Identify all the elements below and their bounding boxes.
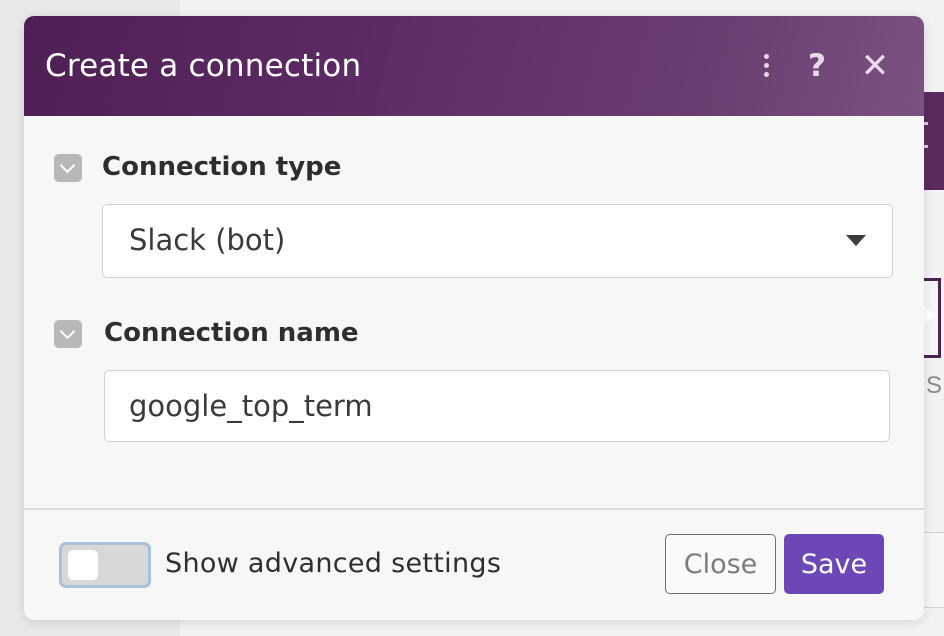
connection-name-input[interactable] (104, 370, 890, 442)
chevron-down-icon (59, 323, 76, 340)
advanced-settings-toggle[interactable] (59, 542, 151, 588)
dialog-title: Create a connection (45, 48, 362, 84)
connection-type-value: Slack (bot) (129, 223, 286, 257)
toggle-knob (68, 550, 98, 580)
advanced-settings-label: Show advanced settings (165, 548, 502, 579)
create-connection-dialog: Create a connection ? ✕ Connection type … (24, 16, 924, 620)
caret-down-icon (846, 235, 866, 246)
background-partial-text: S (926, 372, 943, 399)
connection-name-label: Connection name (104, 318, 359, 348)
close-button[interactable]: Close (665, 534, 776, 594)
dialog-header: Create a connection ? ✕ (24, 16, 924, 116)
background-arrow-icon (922, 305, 936, 325)
more-vertical-icon[interactable] (752, 46, 780, 86)
save-button[interactable]: Save (784, 534, 884, 594)
chevron-down-icon (59, 157, 76, 174)
connection-type-label: Connection type (102, 152, 342, 182)
help-icon[interactable]: ? (802, 46, 832, 86)
connection-type-collapse-toggle[interactable] (54, 154, 82, 182)
connection-type-select[interactable]: Slack (bot) (102, 204, 893, 278)
close-icon[interactable]: ✕ (860, 46, 890, 86)
footer-divider (24, 508, 924, 510)
connection-name-collapse-toggle[interactable] (54, 320, 82, 348)
